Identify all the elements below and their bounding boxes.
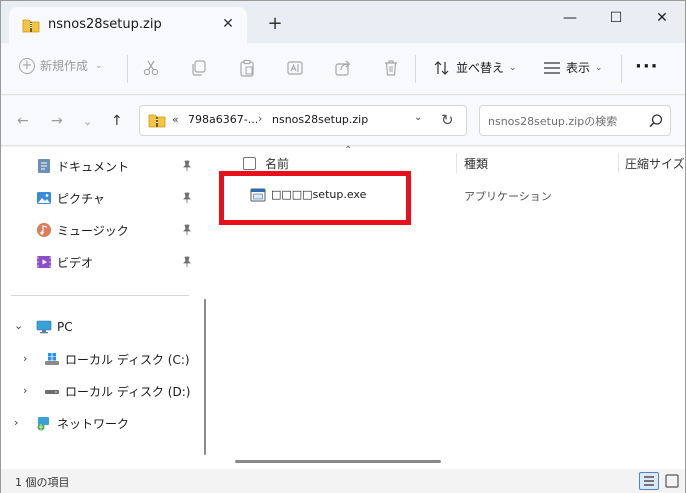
plus-icon: + bbox=[19, 57, 35, 74]
sidebar-scrollbar[interactable] bbox=[204, 299, 206, 455]
new-button[interactable]: + 新規作成 ⌄ bbox=[19, 57, 103, 74]
horizontal-scrollbar[interactable] bbox=[235, 460, 441, 463]
column-divider[interactable] bbox=[456, 153, 457, 173]
share-icon[interactable] bbox=[333, 58, 353, 78]
breadcrumb-item-current[interactable]: nsnos28setup.zip bbox=[272, 113, 368, 126]
sidebar-item-label: ローカル ディスク (D:) bbox=[65, 384, 191, 399]
pin-icon[interactable] bbox=[181, 160, 193, 172]
view-button[interactable]: 表示 ⌄ bbox=[543, 59, 603, 76]
delete-icon[interactable] bbox=[381, 58, 401, 78]
toolbar-divider bbox=[621, 55, 622, 83]
sidebar-item-videos[interactable]: ビデオ bbox=[1, 248, 201, 276]
tiles-view-icon[interactable] bbox=[663, 472, 681, 490]
collapsed-chevron-icon[interactable]: › bbox=[23, 384, 27, 397]
collapsed-chevron-icon[interactable]: › bbox=[23, 352, 27, 365]
chevron-down-icon: ⌄ bbox=[595, 62, 603, 73]
search-icon[interactable] bbox=[648, 113, 664, 129]
windows-drive-icon bbox=[45, 353, 59, 365]
details-view-button[interactable] bbox=[639, 472, 659, 490]
minimize-button[interactable]: — bbox=[547, 5, 593, 33]
cut-icon[interactable] bbox=[141, 58, 161, 78]
details-view-icon bbox=[644, 476, 654, 486]
item-count: 1 個の項目 bbox=[15, 476, 70, 489]
documents-icon bbox=[38, 159, 50, 173]
sidebar-item-drive-d[interactable]: › ローカル ディスク (D:) bbox=[1, 377, 201, 405]
back-arrow-icon[interactable]: ← bbox=[17, 113, 29, 129]
toolbar-divider bbox=[415, 55, 416, 83]
zip-folder-icon bbox=[148, 114, 166, 128]
tab-zip[interactable]: nsnos28setup.zip ✕ bbox=[9, 7, 247, 43]
column-header-compressed-size[interactable]: 圧縮サイズ bbox=[625, 155, 685, 172]
collapsed-chevron-icon[interactable]: › bbox=[14, 416, 18, 429]
column-header-type[interactable]: 種類 bbox=[464, 155, 488, 172]
chevron-down-icon: ⌄ bbox=[509, 62, 517, 73]
column-header-name[interactable]: 名前 bbox=[265, 155, 289, 172]
sidebar-item-label: PC bbox=[57, 320, 73, 334]
breadcrumb-overflow[interactable]: « bbox=[172, 113, 179, 126]
music-icon bbox=[37, 223, 51, 237]
chevron-down-icon: ⌄ bbox=[95, 60, 103, 71]
sidebar-item-label: ドキュメント bbox=[57, 159, 130, 174]
videos-icon bbox=[37, 256, 51, 268]
toolbar-divider bbox=[127, 55, 128, 83]
pin-icon[interactable] bbox=[181, 192, 193, 204]
search-box[interactable] bbox=[479, 105, 671, 136]
navigation-pane: ドキュメント ピクチャ ミュージック ビデオ ⌄ PC › ローカル ディスク … bbox=[1, 147, 209, 469]
command-bar: + 新規作成 ⌄ 並べ替え ⌄ 表示 ⌄ ··· bbox=[1, 43, 685, 95]
copy-icon[interactable] bbox=[189, 58, 209, 78]
address-bar[interactable]: « 798a6367-... › nsnos28setup.zip ⌄ bbox=[139, 105, 467, 136]
pictures-icon bbox=[37, 192, 51, 204]
sidebar-item-label: ミュージック bbox=[57, 223, 129, 238]
view-label: 表示 bbox=[566, 61, 591, 75]
sidebar-item-music[interactable]: ミュージック bbox=[1, 216, 201, 244]
pc-icon bbox=[36, 320, 52, 334]
paste-icon[interactable] bbox=[237, 58, 257, 78]
pin-icon[interactable] bbox=[181, 256, 193, 268]
sidebar-item-pictures[interactable]: ピクチャ bbox=[1, 184, 201, 212]
forward-arrow-icon[interactable]: → bbox=[51, 113, 63, 129]
sidebar-item-drive-c[interactable]: › ローカル ディスク (C:) bbox=[1, 345, 201, 373]
more-options-button[interactable]: ··· bbox=[635, 56, 659, 77]
file-explorer-window: nsnos28setup.zip ✕ + — ☐ ✕ + 新規作成 ⌄ 並べ替え… bbox=[0, 0, 686, 493]
tab-title: nsnos28setup.zip bbox=[48, 17, 162, 32]
sidebar-item-pc[interactable]: ⌄ PC bbox=[1, 313, 201, 341]
sidebar-item-network[interactable]: › ネットワーク bbox=[1, 409, 201, 437]
drive-icon bbox=[45, 390, 59, 394]
sort-icon bbox=[434, 60, 449, 75]
zip-folder-icon bbox=[22, 19, 40, 33]
search-input[interactable] bbox=[488, 112, 644, 130]
tab-close-icon[interactable]: ✕ bbox=[217, 13, 239, 35]
breadcrumb-item[interactable]: 798a6367-... bbox=[188, 113, 258, 126]
recent-locations-chevron-icon[interactable]: ⌄ bbox=[83, 115, 92, 128]
rename-icon[interactable] bbox=[285, 58, 305, 78]
address-dropdown-icon[interactable]: ⌄ bbox=[414, 112, 422, 123]
new-tab-button[interactable]: + bbox=[263, 13, 287, 37]
column-divider[interactable] bbox=[618, 153, 619, 173]
pin-icon[interactable] bbox=[181, 224, 193, 236]
sort-button[interactable]: 並べ替え ⌄ bbox=[433, 59, 517, 76]
close-window-button[interactable]: ✕ bbox=[639, 5, 685, 33]
network-icon bbox=[37, 417, 49, 431]
sidebar-item-label: ネットワーク bbox=[57, 416, 130, 431]
up-arrow-icon[interactable]: ↑ bbox=[111, 113, 123, 129]
sidebar-item-documents[interactable]: ドキュメント bbox=[1, 152, 201, 180]
status-bar: 1 個の項目 bbox=[1, 469, 685, 493]
title-bar: nsnos28setup.zip ✕ + — ☐ ✕ bbox=[1, 1, 685, 43]
sort-label: 並べ替え bbox=[456, 61, 505, 75]
maximize-button[interactable]: ☐ bbox=[593, 5, 639, 33]
highlight-box bbox=[219, 171, 411, 225]
refresh-icon[interactable]: ↻ bbox=[441, 111, 454, 129]
expanded-chevron-icon[interactable]: ⌄ bbox=[14, 319, 23, 332]
select-all-checkbox[interactable] bbox=[243, 157, 256, 170]
sort-ascending-icon: ⌃ bbox=[344, 145, 353, 156]
breadcrumb-separator-icon[interactable]: › bbox=[258, 112, 262, 125]
file-type: アプリケーション bbox=[464, 190, 552, 203]
view-list-icon bbox=[544, 61, 560, 74]
sidebar-divider bbox=[11, 295, 189, 296]
address-row: ← → ⌄ ↑ « 798a6367-... › nsnos28setup.zi… bbox=[1, 96, 685, 146]
sidebar-item-label: ピクチャ bbox=[57, 191, 105, 206]
sidebar-item-label: ビデオ bbox=[57, 255, 94, 270]
sidebar-item-label: ローカル ディスク (C:) bbox=[65, 352, 190, 367]
new-label: 新規作成 bbox=[40, 59, 89, 73]
